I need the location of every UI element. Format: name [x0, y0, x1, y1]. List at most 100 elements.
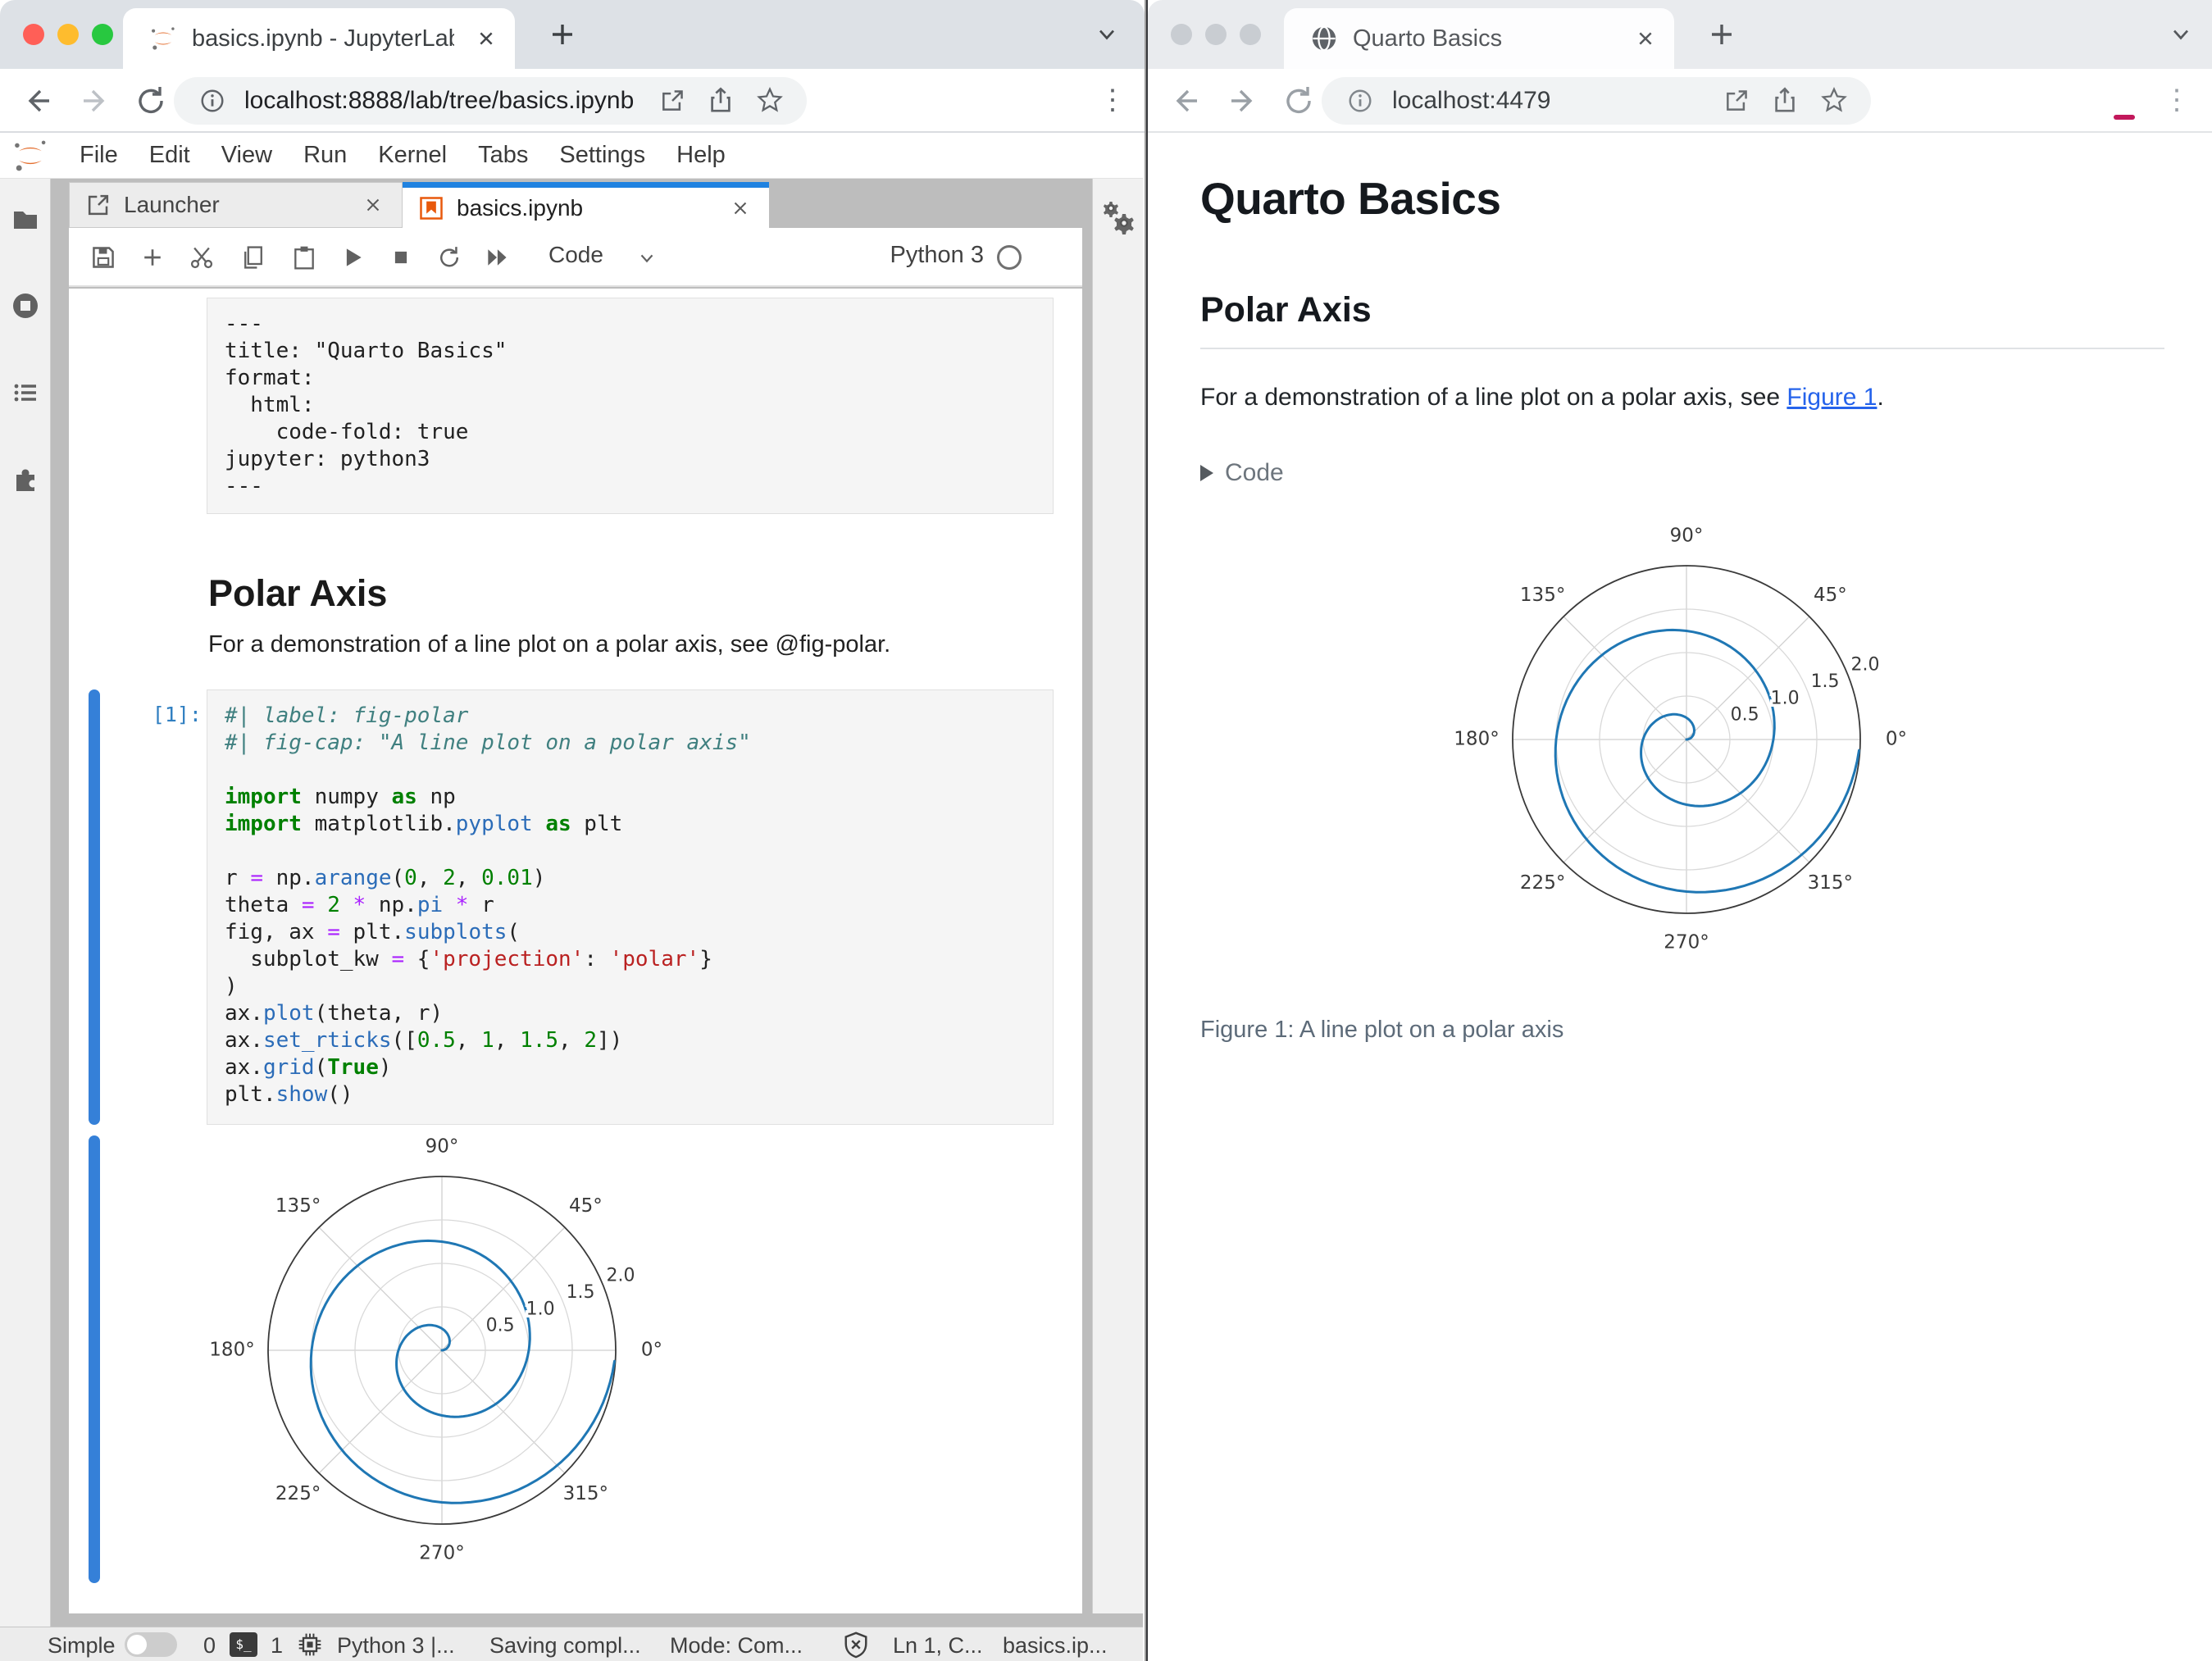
svg-text:1.0: 1.0	[526, 1299, 555, 1319]
cell-type-chevron-icon[interactable]	[636, 248, 658, 269]
reload-icon[interactable]	[133, 83, 169, 119]
tab-search-chevron-icon[interactable]	[2168, 21, 2194, 48]
jupyterlab-statusbar: Simple 0 $_ 1 Python 3 |... Saving compl…	[0, 1627, 1143, 1661]
svg-text:315°: 315°	[1808, 872, 1853, 894]
jupyter-favicon	[149, 25, 177, 52]
insert-cell-button[interactable]	[139, 244, 166, 271]
share-icon[interactable]	[707, 86, 735, 114]
code-cell-input[interactable]: #| label: fig-polar #| fig-cap: "A line p…	[207, 689, 1054, 1125]
site-info-icon[interactable]	[1346, 87, 1374, 115]
notification-dash	[2114, 115, 2135, 120]
zoom-window-button[interactable]	[92, 24, 113, 45]
browser-tab[interactable]: basics.ipynb - JupyterLab	[123, 8, 515, 69]
jupyter-logo	[11, 137, 49, 175]
restart-run-all-button[interactable]	[484, 244, 510, 271]
menu-kernel[interactable]: Kernel	[362, 142, 462, 169]
new-tab-button[interactable]	[1707, 20, 1736, 49]
url-field[interactable]: localhost:8888/lab/tree/basics.ipynb	[174, 77, 807, 125]
svg-text:0.5: 0.5	[1731, 705, 1759, 726]
url-field[interactable]: localhost:4479	[1322, 77, 1871, 125]
reload-icon[interactable]	[1281, 83, 1317, 119]
svg-text:1.5: 1.5	[1811, 671, 1840, 692]
paste-cells-button[interactable]	[291, 244, 317, 271]
interrupt-kernel-button[interactable]	[388, 244, 414, 271]
cut-cells-button[interactable]	[189, 244, 215, 271]
simple-mode-toggle[interactable]	[125, 1632, 177, 1657]
trust-shield-icon[interactable]	[842, 1631, 870, 1659]
running-kernels-icon[interactable]	[11, 291, 40, 321]
extension-manager-icon[interactable]	[11, 464, 40, 494]
tab-launcher-label: Launcher	[124, 192, 220, 217]
disclosure-triangle-icon	[1200, 465, 1213, 481]
tab-launcher-close-icon[interactable]	[362, 194, 384, 216]
svg-text:90°: 90°	[426, 1136, 459, 1158]
saving-status: Saving compl...	[489, 1633, 641, 1658]
bookmark-star-icon[interactable]	[756, 86, 784, 114]
cell-type-select[interactable]: Code	[548, 242, 603, 268]
back-icon[interactable]	[1167, 83, 1204, 119]
tab-notebook-close-icon[interactable]	[730, 198, 751, 219]
forward-icon[interactable]	[77, 83, 113, 119]
file-browser-icon[interactable]	[11, 205, 40, 234]
code-fold-toggle[interactable]: Code	[1200, 459, 1284, 487]
svg-text:0°: 0°	[641, 1340, 662, 1361]
tab-close-icon[interactable]	[474, 26, 498, 51]
tab-launcher[interactable]: Launcher	[69, 182, 403, 228]
mode-indicator[interactable]: Mode: Com...	[670, 1633, 803, 1659]
open-in-new-icon[interactable]	[1723, 88, 1750, 114]
svg-text:225°: 225°	[275, 1483, 321, 1504]
table-of-contents-icon[interactable]	[11, 378, 40, 407]
svg-text:90°: 90°	[1670, 526, 1704, 547]
zoom-window-button[interactable]	[1240, 24, 1261, 45]
kernel-name[interactable]: Python 3	[890, 242, 984, 269]
menu-help[interactable]: Help	[661, 142, 741, 169]
menu-file[interactable]: File	[64, 142, 134, 169]
browser-tab[interactable]: Quarto Basics	[1284, 8, 1674, 69]
minimize-window-button[interactable]	[57, 24, 79, 45]
kernel-status-text[interactable]: Python 3 |...	[337, 1633, 455, 1659]
tab-notebook[interactable]: basics.ipynb	[403, 182, 769, 228]
save-button[interactable]	[90, 244, 116, 271]
kernels-count[interactable]: 1	[271, 1633, 283, 1659]
browser-menu-icon[interactable]: ⋮	[1099, 82, 1126, 118]
new-tab-button[interactable]	[548, 20, 577, 49]
menu-edit[interactable]: Edit	[134, 142, 206, 169]
tab-search-chevron-icon[interactable]	[1094, 21, 1120, 48]
menu-settings[interactable]: Settings	[544, 142, 661, 169]
browser-menu-icon[interactable]: ⋮	[2163, 82, 2191, 118]
section-divider	[1200, 348, 2164, 349]
cell-collapser-input[interactable]	[89, 689, 100, 1125]
share-icon[interactable]	[1771, 86, 1799, 114]
raw-cell-yaml[interactable]: --- title: "Quarto Basics" format: html:…	[207, 298, 1054, 514]
terminals-count[interactable]: 0	[203, 1633, 216, 1659]
menu-run[interactable]: Run	[288, 142, 362, 169]
menu-view[interactable]: View	[206, 142, 288, 169]
restart-kernel-button[interactable]	[436, 244, 462, 271]
minimize-window-button[interactable]	[1205, 24, 1227, 45]
cursor-position[interactable]: Ln 1, C...	[893, 1633, 983, 1659]
property-inspector-icon[interactable]	[1099, 198, 1137, 236]
markdown-heading[interactable]: Polar Axis	[208, 572, 387, 615]
site-info-icon[interactable]	[198, 87, 226, 115]
tab-close-icon[interactable]	[1633, 26, 1658, 51]
jupyterlab-body: Launcher basics.ipynb Code Python 3 --- …	[0, 179, 1143, 1627]
close-window-button[interactable]	[1171, 24, 1192, 45]
bookmark-star-icon[interactable]	[1820, 86, 1848, 114]
markdown-paragraph[interactable]: For a demonstration of a line plot on a …	[208, 631, 890, 658]
close-window-button[interactable]	[23, 24, 44, 45]
menu-tabs[interactable]: Tabs	[462, 142, 544, 169]
quarto-browser-window: Quarto Basics localhost:4479 ⋮ Quarto Ba…	[1148, 0, 2212, 1661]
notebook-icon	[419, 196, 444, 221]
notebook-scroll-area[interactable]: --- title: "Quarto Basics" format: html:…	[69, 289, 1082, 1613]
kernel-status-icon[interactable]	[997, 245, 1022, 270]
back-icon[interactable]	[20, 83, 56, 119]
open-in-new-icon[interactable]	[659, 88, 685, 114]
run-cell-button[interactable]	[339, 244, 366, 271]
url-text: localhost:8888/lab/tree/basics.ipynb	[244, 87, 635, 114]
code-fold-label: Code	[1225, 459, 1284, 486]
figure-1-link[interactable]: Figure 1	[1786, 384, 1877, 411]
svg-text:1.5: 1.5	[567, 1282, 595, 1303]
forward-icon[interactable]	[1225, 83, 1261, 119]
cell-collapser-output[interactable]	[89, 1135, 100, 1583]
copy-cells-button[interactable]	[240, 244, 266, 271]
